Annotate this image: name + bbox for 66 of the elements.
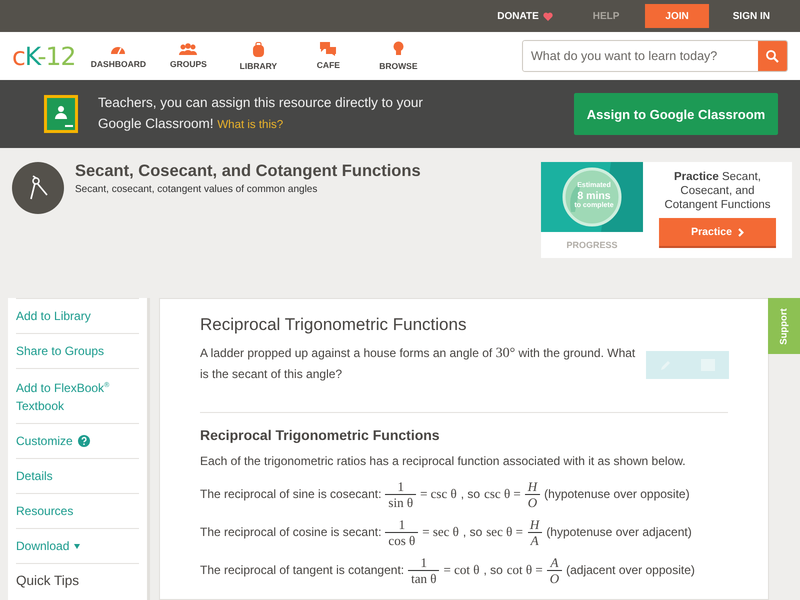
formula-text: , so xyxy=(460,487,480,501)
backpack-icon xyxy=(252,42,265,56)
classroom-icon xyxy=(44,95,78,133)
sidebar-heading[interactable]: Quick Tips xyxy=(16,563,139,598)
formula-note: (adjacent over opposite) xyxy=(566,563,695,577)
formula-text: The reciprocal of cosine is secant: xyxy=(200,525,382,539)
fraction: 1 tan θ xyxy=(408,554,440,586)
concept-subtitle: Secant, cosecant, cotangent values of common angles xyxy=(75,184,318,195)
sidebar-link[interactable]: Download xyxy=(16,528,139,563)
users-icon xyxy=(179,43,198,55)
nav-item[interactable]: DASHBOARD xyxy=(83,43,154,69)
math-expression: = cot θ xyxy=(443,562,480,578)
what-is-this-link[interactable]: What is this? xyxy=(217,119,284,131)
formula-text: , so xyxy=(462,525,482,539)
lightbulb-icon xyxy=(392,41,404,57)
nav-item[interactable]: LIBRARY xyxy=(223,42,294,70)
practice-button[interactable]: Practice xyxy=(659,218,776,248)
math-expression: sec θ = xyxy=(486,524,523,540)
nav-item[interactable]: GROUPS xyxy=(153,43,224,69)
math-expression: = csc θ xyxy=(420,486,457,502)
formula-text: The reciprocal of tangent is cotangent: xyxy=(200,563,404,577)
intro-text: Each of the trigonometric ratios has a reciprocal function associated with it as shown below. xyxy=(200,453,687,470)
support-tab[interactable]: Support xyxy=(768,298,800,354)
heart-icon xyxy=(542,12,553,20)
formula-text: The reciprocal of sine is cosecant: xyxy=(200,487,382,501)
formula-text: , so xyxy=(483,563,503,577)
concept-title: Secant, Cosecant, and Cotangent Functions xyxy=(75,162,421,181)
logo[interactable]: cK-12 xyxy=(12,42,76,70)
nav-item[interactable]: BROWSE xyxy=(363,41,434,71)
banner-text: Teachers, you can assign this resource directly to your Google Classroom! What is this? xyxy=(98,94,424,133)
chat-icon xyxy=(320,42,336,56)
question-text: A ladder propped up against a house forms an angle of 30° with the ground. What is the secant of this angle? xyxy=(200,345,636,383)
fraction: 1 cos θ xyxy=(385,516,418,548)
nav-item[interactable]: CAFE xyxy=(293,42,364,70)
section-heading: Reciprocal Trigonometric Functions xyxy=(200,427,441,443)
join-button[interactable]: JOIN xyxy=(645,4,709,28)
search-button[interactable] xyxy=(758,41,787,71)
practice-text: Practice Secant, Cosecant, and Cotangent Functions xyxy=(663,170,772,212)
fraction: 1 sin θ xyxy=(385,478,416,510)
math-expression: cot θ = xyxy=(506,562,543,578)
top-nav-link[interactable]: DONATE xyxy=(481,4,569,28)
assign-button[interactable]: Assign to Google Classroom xyxy=(574,93,778,135)
sidebar-link[interactable]: Customize xyxy=(16,423,139,458)
chevron-icon xyxy=(738,228,744,236)
sidebar-link[interactable]: Share to Groups xyxy=(16,333,139,368)
caret-icon xyxy=(74,544,80,548)
search-field[interactable]: What do you want to learn today? xyxy=(522,40,788,72)
formula-note: (hypotenuse over opposite) xyxy=(544,487,690,501)
search-icon xyxy=(766,50,779,62)
formula-note: (hypotenuse over adjacent) xyxy=(546,525,692,539)
sidebar-link[interactable]: Resources xyxy=(16,493,139,528)
sidebar-link[interactable]: Add to Library xyxy=(16,298,139,333)
top-nav-link[interactable]: HELP xyxy=(576,4,636,28)
compass-icon xyxy=(27,175,49,201)
progress-label: PROGRESS xyxy=(565,240,618,250)
sidebar-link[interactable]: Add to FlexBook$^{®}$ Textbook xyxy=(16,368,139,423)
estimate-text: 8 mins xyxy=(577,191,611,201)
sidebar-link[interactable]: Details xyxy=(16,458,139,493)
lesson-title: Reciprocal Trigonometric Functions xyxy=(200,315,468,335)
top-nav-link[interactable]: SIGN IN xyxy=(716,4,786,28)
fraction: A O xyxy=(546,554,562,586)
math-expression: csc θ = xyxy=(484,486,521,502)
math-expression: = sec θ xyxy=(422,524,459,540)
fraction: H O xyxy=(524,478,540,510)
fraction: H A xyxy=(526,516,542,548)
help-icon xyxy=(78,435,90,447)
